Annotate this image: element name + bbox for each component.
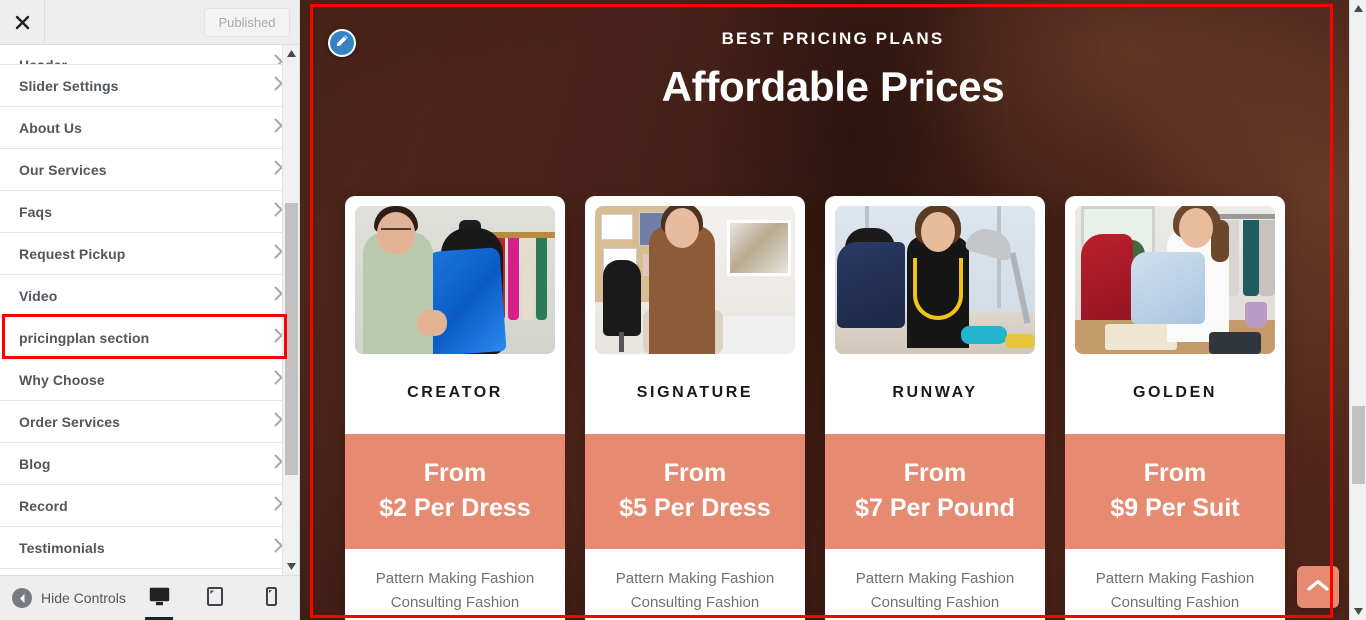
sidebar-item-why-choose[interactable]: Why Choose [0,359,299,401]
pricing-card-price-band: From $7 Per Pound [825,434,1045,549]
pricing-card-title: SIGNATURE [636,384,754,401]
price-from-label: From [903,459,967,487]
pricing-section-heading: BEST PRICING PLANS Affordable Prices [300,30,1366,110]
customizer-section-list: Header Slider Settings About Us Our Service… [0,45,299,575]
pricing-card[interactable]: CREATOR From $2 Per Dress Pattern Making Fa… [345,196,565,620]
sidebar-item-pricingplan-section[interactable]: pricingplan section [0,317,299,359]
sidebar-item-header[interactable]: Header [0,45,299,65]
desktop-preview-button[interactable] [141,577,177,620]
sidebar-item-video[interactable]: Video [0,275,299,317]
price-amount: $9 Per Suit [1110,493,1240,522]
published-button[interactable]: Published [204,8,290,37]
edit-pencil-icon [335,34,349,53]
sidebar-item-label: Testimonials [19,539,105,556]
customizer-sidebar: Published Header Slider Settings About Us O… [0,0,300,620]
pricing-card-title: RUNWAY [892,384,978,401]
sidebar-item-order-services[interactable]: Order Services [0,401,299,443]
sidebar-item-label: About Us [19,119,83,136]
pricing-card-image-wrap [1065,196,1285,354]
pricing-card-image [835,206,1035,354]
pricing-card-title: GOLDEN [1132,384,1218,401]
sidebar-item-label: Request Pickup [19,245,126,262]
pricing-card[interactable]: RUNWAY From $7 Per Pound Pattern Making Fas… [825,196,1045,620]
price-from-label: From [423,459,487,487]
mobile-preview-button[interactable] [253,577,289,620]
sidebar-item-label: Video [19,287,58,304]
sidebar-item-label: Faqs [19,203,53,220]
tablet-icon [207,586,223,611]
tablet-preview-button[interactable] [197,577,233,620]
sidebar-item-label: Our Services [19,161,107,178]
close-customizer-button[interactable] [0,0,45,44]
customizer-footer: Hide Controls [0,575,299,620]
sidebar-item-label: Order Services [19,413,121,430]
chevron-up-icon [1307,578,1329,597]
preview-scroll-down-arrow[interactable] [1350,603,1366,620]
pricing-card-image [595,206,795,354]
sidebar-item-about-us[interactable]: About Us [0,107,299,149]
hide-controls-label: Hide Controls [41,590,126,606]
close-x-icon [15,15,30,30]
sidebar-item-testimonials[interactable]: Testimonials [0,527,299,569]
device-preview-group [141,576,289,620]
desktop-icon [149,587,170,611]
sidebar-item-label: Slider Settings [19,77,119,94]
pricing-card-description: Pattern Making Fashion Consulting Fashio… [375,570,535,620]
sidebar-item-label: Record [19,497,68,514]
pricing-card-description: Pattern Making Fashion Consulting Fashio… [1095,570,1255,620]
pricing-card-description: Pattern Making Fashion Consulting Fashio… [615,570,775,620]
sidebar-scrollbar[interactable] [282,45,299,575]
sidebar-item-record[interactable]: Record [0,485,299,527]
pricing-card-image-wrap [345,196,565,354]
pricing-card-list: CREATOR From $2 Per Dress Pattern Making Fa… [345,196,1285,620]
edit-section-shortcut-button[interactable] [328,29,356,57]
pricing-card[interactable]: SIGNATURE From $5 Per Dress Pattern Making … [585,196,805,620]
price-amount: $2 Per Dress [379,493,531,522]
collapse-arrow-icon [12,588,32,608]
price-amount: $7 Per Pound [855,493,1015,522]
customizer-header: Published [0,0,299,45]
preview-scrollbar[interactable] [1349,0,1366,620]
pricing-card-price-band: From $5 Per Dress [585,434,805,549]
section-eyebrow: BEST PRICING PLANS [721,29,945,48]
price-from-label: From [1143,459,1207,487]
pricing-card-price-band: From $9 Per Suit [1065,434,1285,549]
price-from-label: From [663,459,727,487]
sidebar-item-label: Blog [19,455,51,472]
scroll-to-top-button[interactable] [1297,566,1339,608]
sidebar-item-label: pricingplan section [19,329,150,346]
pricing-card-image [355,206,555,354]
sidebar-item-label: Header [19,57,68,65]
sidebar-item-slider-settings[interactable]: Slider Settings [0,65,299,107]
hide-controls-button[interactable]: Hide Controls [0,588,126,608]
pricing-card-image-wrap [585,196,805,354]
pricing-card-image [1075,206,1275,354]
site-preview-frame[interactable]: BEST PRICING PLANS Affordable Prices CRE… [300,0,1366,620]
sidebar-item-blog[interactable]: Blog [0,443,299,485]
pricing-card-description: Pattern Making Fashion Consulting Fashio… [855,570,1015,620]
sidebar-scroll-down-arrow[interactable] [283,558,299,575]
pricing-card-image-wrap [825,196,1045,354]
pricing-card-title: CREATOR [407,384,503,401]
pricing-card-price-band: From $2 Per Dress [345,434,565,549]
customizer-screen: Published Header Slider Settings About Us O… [0,0,1366,620]
sidebar-scroll-thumb[interactable] [285,203,298,475]
pricing-card[interactable]: GOLDEN From $9 Per Suit Pattern Making Fash… [1065,196,1285,620]
mobile-icon [265,586,277,611]
sidebar-item-label: Why Choose [19,371,105,388]
sidebar-item-our-services[interactable]: Our Services [0,149,299,191]
preview-scroll-thumb[interactable] [1352,406,1365,484]
sidebar-item-request-pickup[interactable]: Request Pickup [0,233,299,275]
sidebar-scroll-up-arrow[interactable] [283,45,299,62]
price-amount: $5 Per Dress [619,493,771,522]
sidebar-item-faqs[interactable]: Faqs [0,191,299,233]
section-title: Affordable Prices [661,63,1005,110]
preview-scroll-up-arrow[interactable] [1350,0,1366,17]
